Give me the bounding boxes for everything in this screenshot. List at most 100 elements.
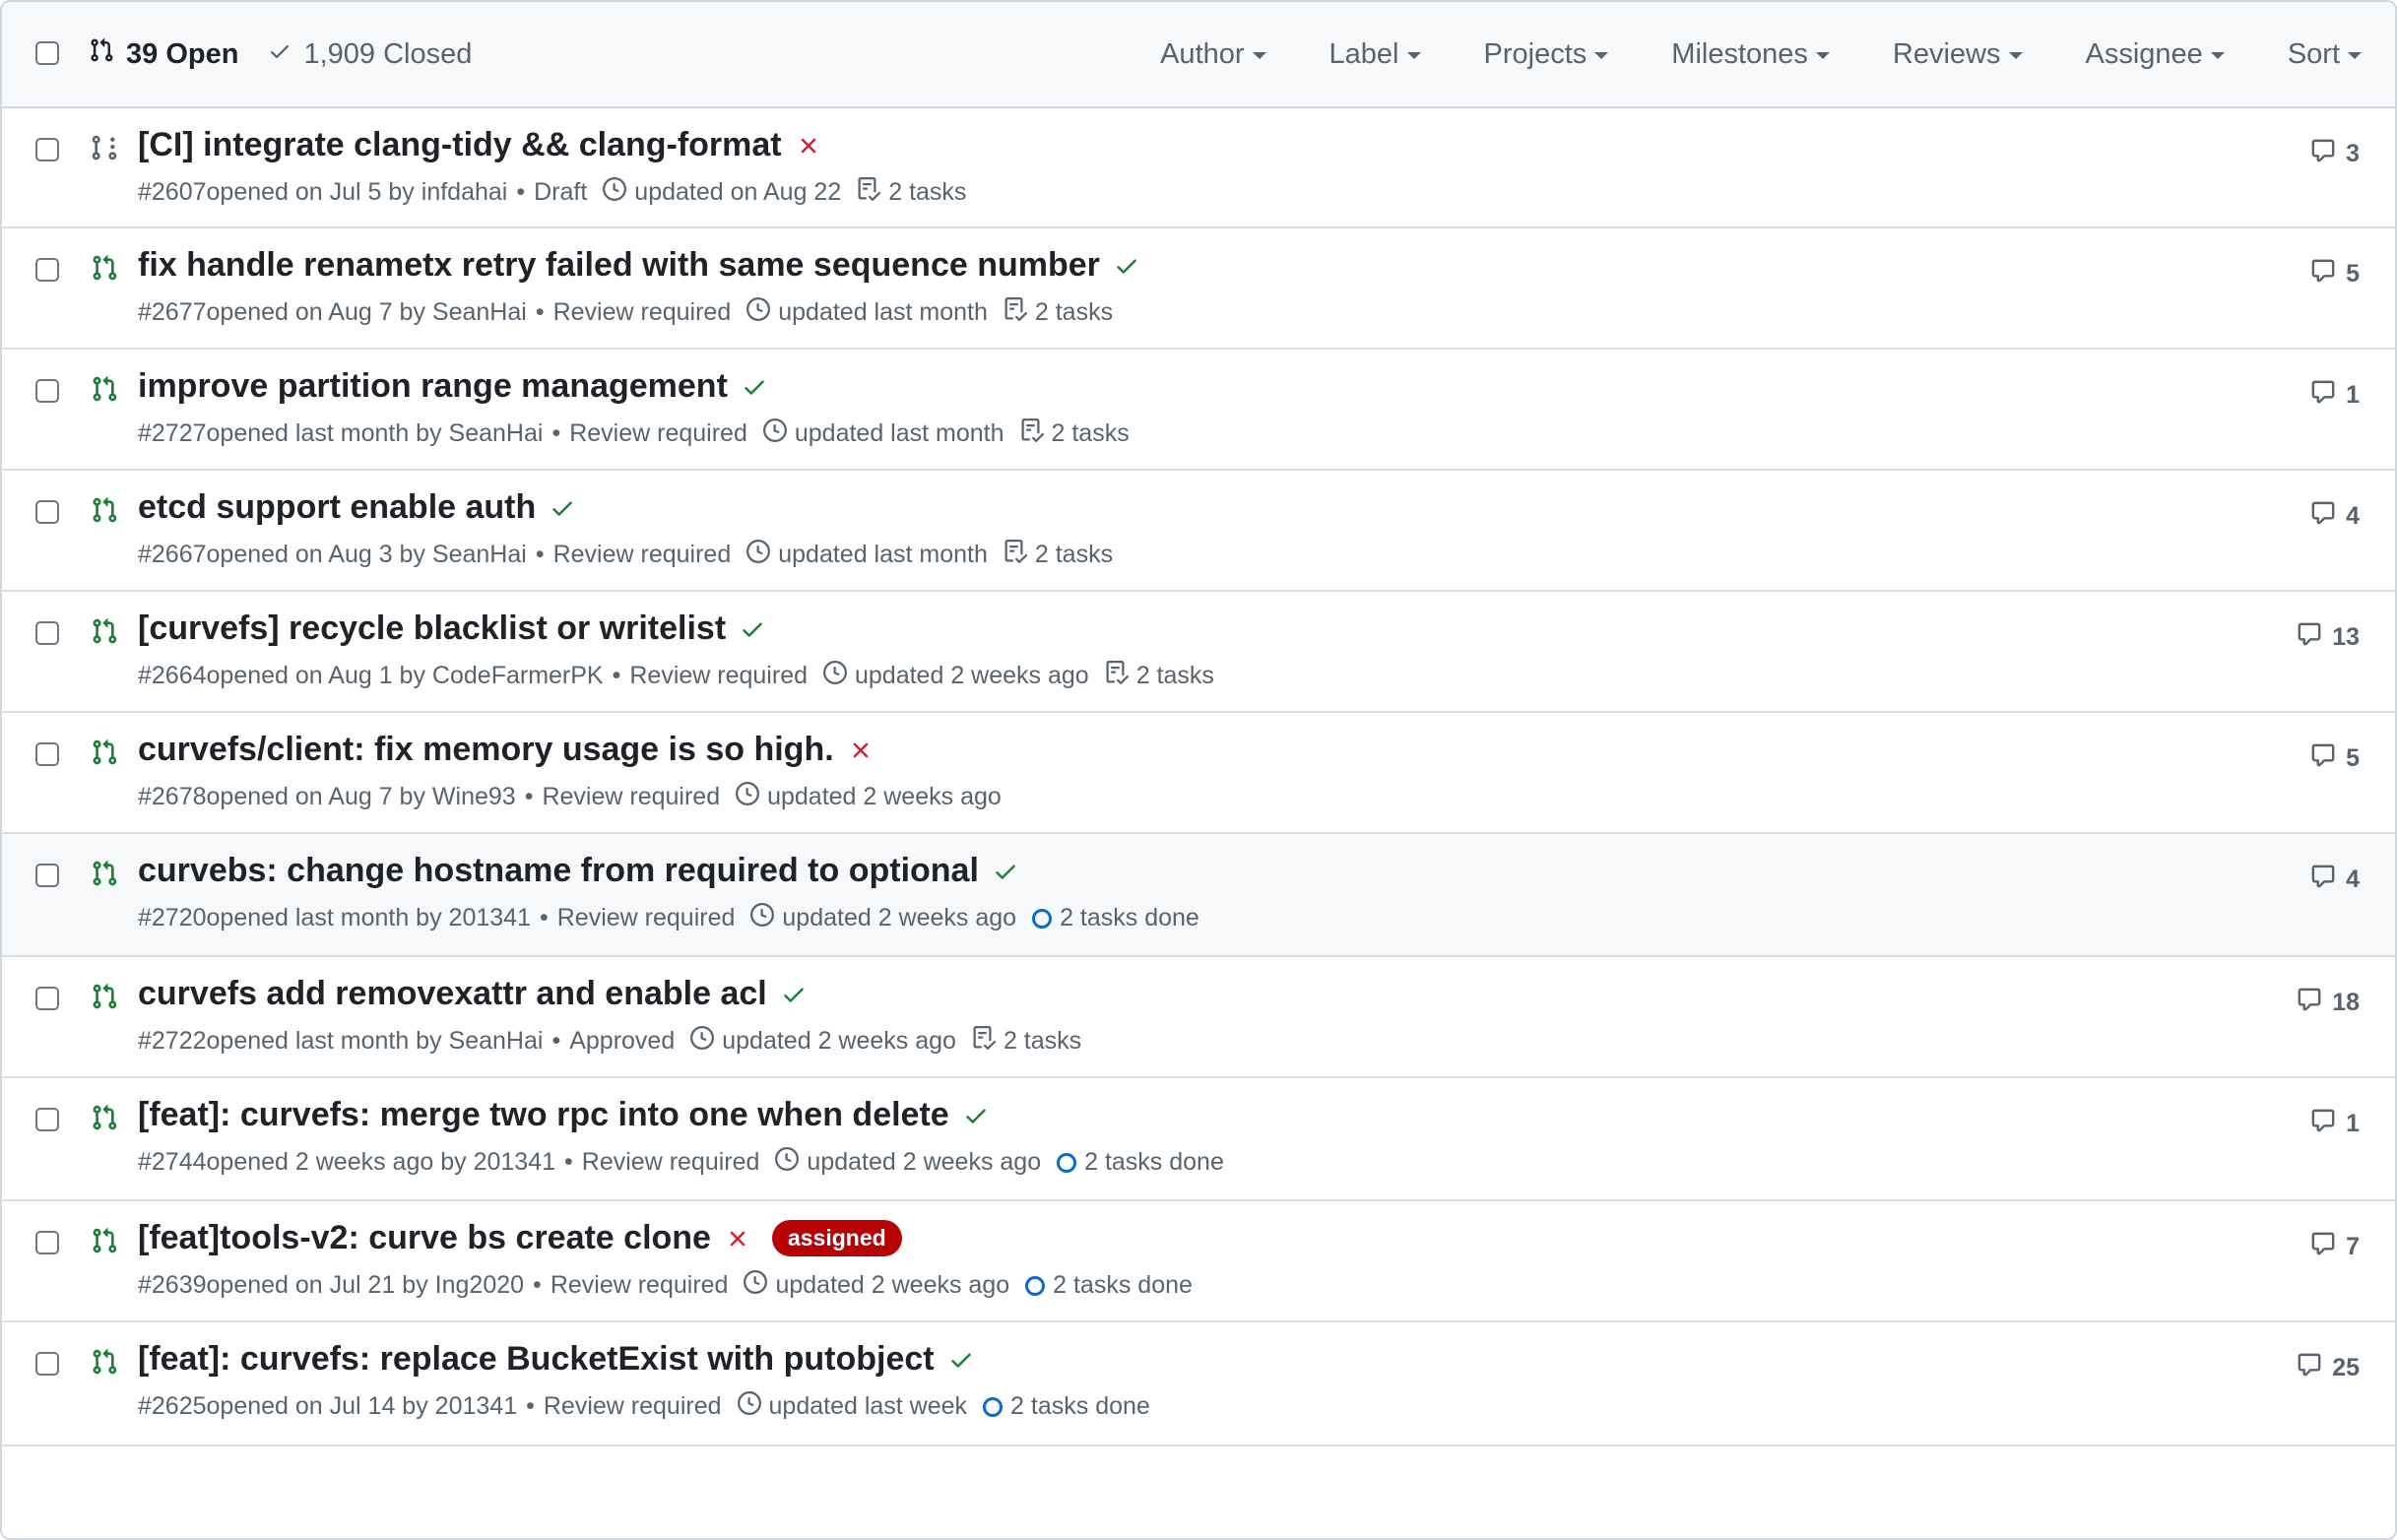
pr-number[interactable]: #2720 xyxy=(138,904,207,932)
x-failure-icon[interactable] xyxy=(725,1226,750,1251)
author-link[interactable]: 201341 xyxy=(435,1392,517,1421)
tasks-group[interactable]: 2 tasks xyxy=(972,1026,1081,1057)
row-checkbox[interactable] xyxy=(35,1108,59,1131)
row-checkbox[interactable] xyxy=(35,500,59,524)
tasks-group[interactable]: 2 tasks xyxy=(1105,661,1214,691)
check-success-icon[interactable] xyxy=(963,1103,989,1128)
comments-link[interactable]: 5 xyxy=(2310,742,2360,775)
filter-sort-dropdown[interactable]: Sort xyxy=(2288,38,2362,71)
pull-request-title-link[interactable]: improve partition range management xyxy=(138,367,728,406)
comments-link[interactable]: 25 xyxy=(2297,1352,2360,1384)
filter-label-dropdown[interactable]: Label xyxy=(1329,38,1421,71)
review-status[interactable]: Review required xyxy=(551,1271,729,1300)
pull-request-title-link[interactable]: [feat]: curvefs: merge two rpc into one … xyxy=(138,1096,949,1134)
row-checkbox[interactable] xyxy=(35,864,59,887)
tasks-group[interactable]: 2 tasks done xyxy=(1057,1148,1224,1177)
review-status[interactable]: Draft xyxy=(534,178,587,207)
check-success-icon[interactable] xyxy=(1114,253,1139,279)
row-checkbox[interactable] xyxy=(35,621,59,645)
comments-link[interactable]: 13 xyxy=(2297,621,2360,654)
pull-request-title-link[interactable]: [feat]: curvefs: replace BucketExist wit… xyxy=(138,1340,935,1379)
pull-request-title-link[interactable]: [CI] integrate clang-tidy && clang-forma… xyxy=(138,126,782,164)
comments-link[interactable]: 7 xyxy=(2310,1231,2360,1263)
tasks-group[interactable]: 2 tasks xyxy=(1020,418,1130,449)
pull-request-title-link[interactable]: fix handle renametx retry failed with sa… xyxy=(138,246,1100,285)
pr-number[interactable]: #2639 xyxy=(138,1271,207,1300)
author-link[interactable]: Ing2020 xyxy=(435,1271,524,1300)
author-link[interactable]: SeanHai xyxy=(449,419,544,448)
review-status[interactable]: Review required xyxy=(629,662,808,690)
filter-assignee-dropdown[interactable]: Assignee xyxy=(2086,38,2225,71)
author-link[interactable]: infdahai xyxy=(421,178,508,207)
check-success-icon[interactable] xyxy=(781,982,807,1007)
tasks-group[interactable]: 2 tasks xyxy=(1004,297,1113,328)
review-status[interactable]: Review required xyxy=(553,541,732,569)
x-failure-icon[interactable] xyxy=(796,133,821,159)
pr-number[interactable]: #2677 xyxy=(138,298,207,327)
tasks-group[interactable]: 2 tasks done xyxy=(983,1392,1150,1421)
comment-icon xyxy=(2310,258,2336,290)
tasks-group[interactable]: 2 tasks done xyxy=(1032,904,1199,932)
filter-author-dropdown[interactable]: Author xyxy=(1160,38,1266,71)
filter-milestones-dropdown[interactable]: Milestones xyxy=(1671,38,1830,71)
review-status[interactable]: Review required xyxy=(544,1392,722,1421)
tasks-group[interactable]: 2 tasks xyxy=(857,177,966,208)
pr-number[interactable]: #2722 xyxy=(138,1027,207,1056)
pr-number[interactable]: #2607 xyxy=(138,178,207,207)
row-checkbox[interactable] xyxy=(35,987,59,1010)
pull-request-title-link[interactable]: [curvefs] recycle blacklist or writelist xyxy=(138,610,726,648)
pull-request-title-link[interactable]: curvefs/client: fix memory usage is so h… xyxy=(138,731,834,769)
author-link[interactable]: SeanHai xyxy=(432,541,527,569)
closed-filter-button[interactable]: 1,909 Closed xyxy=(268,38,472,71)
row-checkbox[interactable] xyxy=(35,258,59,282)
pull-request-title-link[interactable]: etcd support enable auth xyxy=(138,488,536,527)
comment-count: 1 xyxy=(2346,381,2360,409)
pr-number[interactable]: #2678 xyxy=(138,783,207,811)
comments-link[interactable]: 18 xyxy=(2297,987,2360,1019)
row-checkbox[interactable] xyxy=(35,1352,59,1376)
pull-request-title-link[interactable]: curvebs: change hostname from required t… xyxy=(138,852,979,890)
pr-number[interactable]: #2664 xyxy=(138,662,207,690)
review-status[interactable]: Review required xyxy=(557,904,736,932)
x-failure-icon[interactable] xyxy=(848,738,874,763)
check-success-icon[interactable] xyxy=(948,1347,974,1373)
author-link[interactable]: SeanHai xyxy=(432,298,527,327)
pr-number[interactable]: #2744 xyxy=(138,1148,207,1177)
review-status[interactable]: Review required xyxy=(582,1148,760,1177)
review-status[interactable]: Review required xyxy=(569,419,747,448)
row-checkbox[interactable] xyxy=(35,742,59,766)
pull-request-title-link[interactable]: curvefs add removexattr and enable acl xyxy=(138,975,767,1013)
author-link[interactable]: SeanHai xyxy=(449,1027,544,1056)
pull-request-title-link[interactable]: [feat]tools-v2: curve bs create clone xyxy=(138,1219,711,1257)
filter-reviews-dropdown[interactable]: Reviews xyxy=(1893,38,2023,71)
author-link[interactable]: 201341 xyxy=(474,1148,555,1177)
open-filter-button[interactable]: 39 Open xyxy=(89,36,238,72)
filter-projects-dropdown[interactable]: Projects xyxy=(1484,38,1609,71)
comments-link[interactable]: 5 xyxy=(2310,258,2360,290)
pr-number[interactable]: #2625 xyxy=(138,1392,207,1421)
check-success-icon[interactable] xyxy=(993,859,1018,884)
review-status[interactable]: Review required xyxy=(553,298,732,327)
check-success-icon[interactable] xyxy=(740,616,765,642)
comments-link[interactable]: 1 xyxy=(2310,1108,2360,1140)
comments-link[interactable]: 4 xyxy=(2310,500,2360,533)
tasks-group[interactable]: 2 tasks done xyxy=(1025,1271,1193,1300)
row-checkbox[interactable] xyxy=(35,379,59,403)
check-success-icon[interactable] xyxy=(742,374,767,400)
comments-link[interactable]: 1 xyxy=(2310,379,2360,412)
review-status[interactable]: Review required xyxy=(542,783,720,811)
tasks-group[interactable]: 2 tasks xyxy=(1004,540,1113,570)
review-status[interactable]: Approved xyxy=(569,1027,675,1056)
comments-link[interactable]: 4 xyxy=(2310,864,2360,896)
author-link[interactable]: CodeFarmerPK xyxy=(432,662,604,690)
check-success-icon[interactable] xyxy=(550,495,575,521)
row-checkbox[interactable] xyxy=(35,1231,59,1254)
author-link[interactable]: 201341 xyxy=(449,904,531,932)
select-all-checkbox[interactable] xyxy=(35,41,59,70)
label-badge[interactable]: assigned xyxy=(771,1220,902,1256)
row-checkbox[interactable] xyxy=(35,138,59,161)
pr-number[interactable]: #2667 xyxy=(138,541,207,569)
comments-link[interactable]: 3 xyxy=(2310,138,2360,170)
pr-number[interactable]: #2727 xyxy=(138,419,207,448)
author-link[interactable]: Wine93 xyxy=(432,783,516,811)
